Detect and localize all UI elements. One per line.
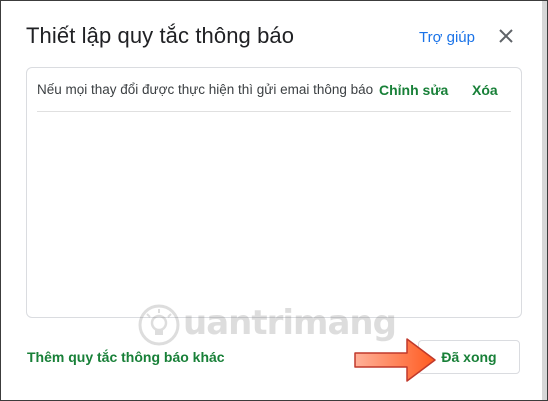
add-rule-link[interactable]: Thêm quy tắc thông báo khác bbox=[27, 349, 225, 365]
dialog-title: Thiết lập quy tắc thông báo bbox=[26, 23, 295, 48]
rule-divider bbox=[37, 111, 511, 112]
window-edge-bar bbox=[542, 1, 547, 400]
help-link[interactable]: Trợ giúp bbox=[419, 29, 475, 46]
lightbulb-icon bbox=[138, 304, 180, 346]
delete-rule-button[interactable]: Xóa bbox=[472, 82, 498, 98]
dialog: Thiết lập quy tắc thông báo Trợ giúp Nếu… bbox=[0, 0, 548, 401]
rules-list: Nếu mọi thay đổi được thực hiện thì gửi … bbox=[26, 67, 522, 318]
rule-description: Nếu mọi thay đổi được thực hiện thì gửi … bbox=[37, 82, 374, 97]
arrow-annotation bbox=[354, 338, 436, 382]
edit-rule-button[interactable]: Chỉnh sửa bbox=[379, 82, 448, 98]
close-icon[interactable] bbox=[497, 27, 515, 45]
watermark: uantrimang bbox=[136, 301, 397, 349]
